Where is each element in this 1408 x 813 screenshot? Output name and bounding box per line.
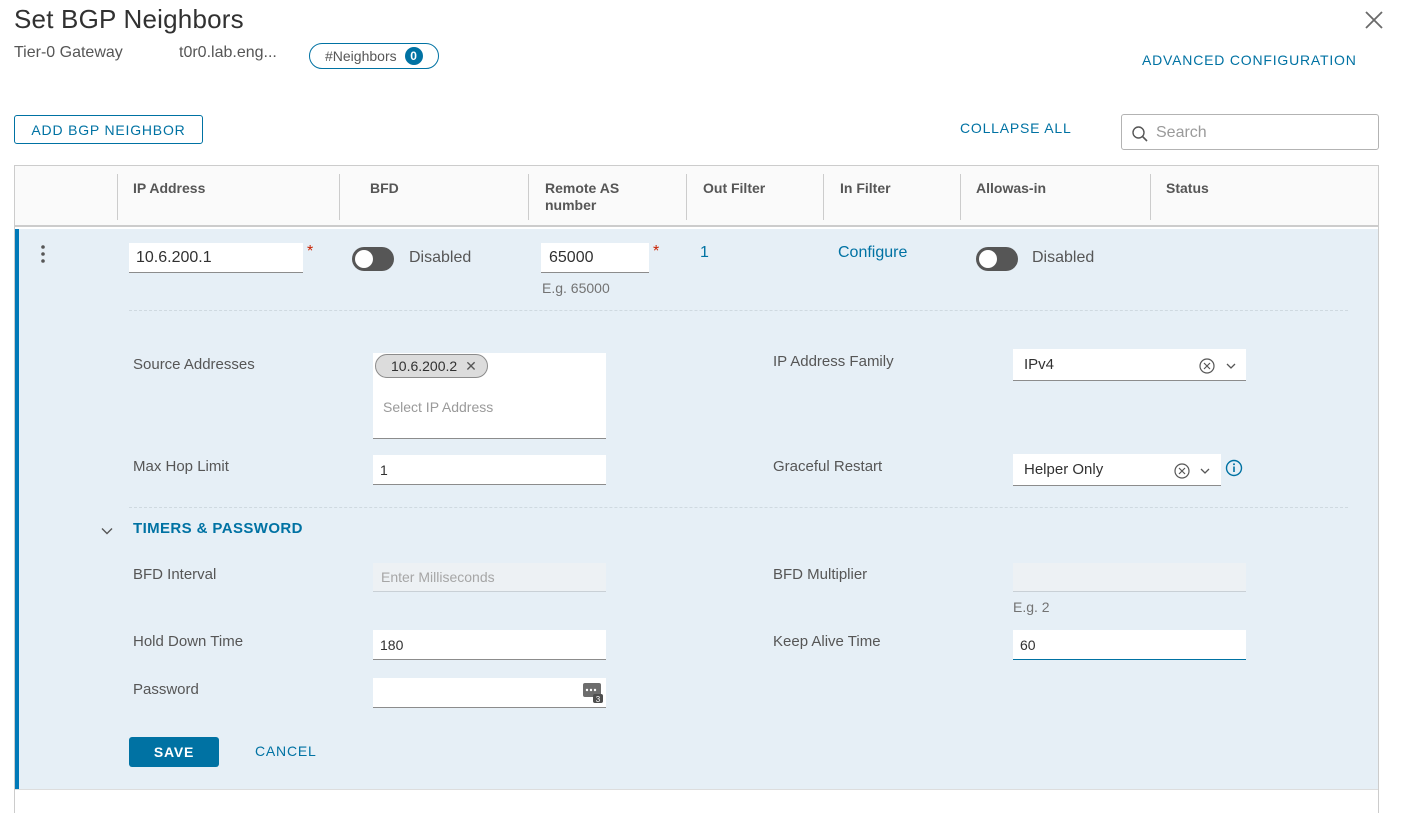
bfd-interval-label: BFD Interval (133, 566, 217, 583)
bfd-interval-placeholder: Enter Milliseconds (381, 569, 495, 585)
password-manager-icon[interactable]: 3 (582, 682, 604, 704)
source-address-chip-label: 10.6.200.2 (391, 358, 458, 374)
column-header-remote-as[interactable]: Remote AS number (545, 180, 655, 214)
source-addresses-label: Source Addresses (133, 356, 255, 373)
column-header-in-filter[interactable]: In Filter (840, 180, 891, 197)
password-input[interactable] (373, 678, 606, 708)
bfd-multiplier-input (1013, 563, 1246, 592)
ip-address-family-select[interactable]: IPv4 (1013, 349, 1246, 381)
chevron-down-icon[interactable] (1225, 359, 1237, 371)
ip-address-family-value: IPv4 (1024, 356, 1055, 373)
save-button[interactable]: SAVE (129, 737, 219, 767)
column-header-allowas-in[interactable]: Allowas-in (976, 180, 1046, 197)
column-header-bfd[interactable]: BFD (370, 180, 399, 197)
info-icon[interactable] (1225, 459, 1243, 477)
keep-alive-time-input[interactable] (1013, 630, 1246, 660)
neighbors-pill-label: #Neighbors (325, 48, 397, 64)
chip-remove-icon[interactable]: ✕ (465, 358, 477, 375)
timers-password-section-toggle[interactable]: TIMERS & PASSWORD (133, 520, 303, 537)
neighbors-count-badge: 0 (404, 47, 423, 65)
in-filter-configure-link[interactable]: Configure (838, 244, 907, 262)
advanced-configuration-link[interactable]: ADVANCED CONFIGURATION (1142, 52, 1357, 68)
gateway-name[interactable]: t0r0.lab.eng... (179, 44, 277, 62)
required-marker: * (307, 243, 314, 260)
graceful-restart-label: Graceful Restart (773, 458, 883, 475)
bfd-multiplier-label: BFD Multiplier (773, 566, 868, 583)
neighbor-row-expanded (15, 229, 1378, 789)
bfd-toggle[interactable] (352, 247, 394, 271)
close-icon[interactable] (1362, 8, 1386, 32)
remote-as-hint: E.g. 65000 (542, 280, 610, 296)
hold-down-time-input[interactable] (373, 630, 606, 660)
row-actions-icon[interactable] (37, 244, 49, 266)
column-header-out-filter[interactable]: Out Filter (703, 180, 765, 197)
graceful-restart-select[interactable]: Helper Only (1013, 454, 1221, 486)
ip-address-family-label: IP Address Family (773, 353, 894, 370)
search-input[interactable] (1156, 122, 1366, 144)
required-marker: * (653, 243, 660, 260)
bfd-state-label: Disabled (409, 249, 472, 266)
add-bgp-neighbor-button[interactable]: ADD BGP NEIGHBOR (14, 115, 203, 144)
keep-alive-time-label: Keep Alive Time (773, 633, 881, 650)
clear-icon[interactable] (1174, 463, 1190, 479)
max-hop-limit-label: Max Hop Limit (133, 458, 229, 475)
column-header-ip-address[interactable]: IP Address (133, 180, 205, 197)
dialog-title: Set BGP Neighbors (14, 4, 244, 34)
bfd-interval-input: Enter Milliseconds (373, 563, 606, 592)
bfd-multiplier-hint: E.g. 2 (1013, 599, 1050, 615)
source-address-chip: 10.6.200.2 ✕ (375, 354, 488, 378)
neighbors-pill[interactable]: #Neighbors 0 (309, 43, 439, 69)
ip-address-input[interactable] (129, 243, 303, 273)
collapse-all-button[interactable]: COLLAPSE ALL (960, 120, 1072, 136)
gateway-type-label: Tier-0 Gateway (14, 44, 123, 61)
remote-as-input[interactable] (541, 243, 649, 273)
password-label: Password (133, 681, 199, 698)
cancel-button[interactable]: CANCEL (255, 743, 317, 759)
chevron-down-icon[interactable] (1199, 464, 1211, 476)
hold-down-time-label: Hold Down Time (133, 633, 244, 650)
svg-text:3: 3 (596, 695, 601, 704)
allowas-in-state-label: Disabled (1032, 249, 1095, 266)
graceful-restart-value: Helper Only (1024, 461, 1104, 478)
out-filter-link[interactable]: 1 (700, 244, 709, 262)
collapse-chevron-icon[interactable] (100, 524, 114, 538)
max-hop-limit-input[interactable] (373, 455, 606, 485)
search-icon (1131, 125, 1149, 146)
search-box (1121, 114, 1379, 150)
allowas-in-toggle[interactable] (976, 247, 1018, 271)
clear-icon[interactable] (1199, 358, 1215, 374)
column-header-status[interactable]: Status (1166, 180, 1209, 197)
source-addresses-placeholder: Select IP Address (383, 399, 494, 415)
